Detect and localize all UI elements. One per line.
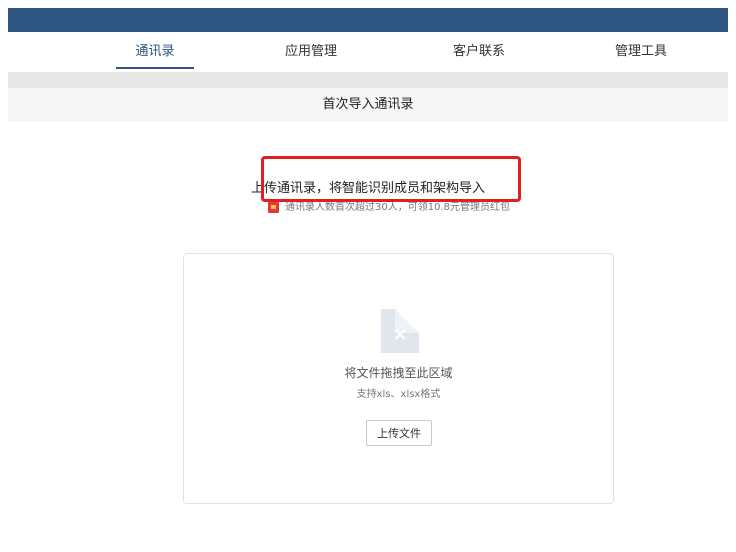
upload-file-button[interactable]: 上传文件 xyxy=(366,420,432,446)
upload-dropzone[interactable]: × 将文件拖拽至此区域 支持xls、xlsx格式 上传文件 xyxy=(183,253,614,504)
top-bar xyxy=(8,8,728,32)
tab-contacts[interactable]: 通讯录 xyxy=(116,32,194,72)
notice-text: 通讯录人数首次超过30人，可领10.8元管理员红包 xyxy=(285,202,510,213)
red-envelope-notice[interactable]: 通讯录人数首次超过30人，可领10.8元管理员红包 xyxy=(268,200,528,216)
supported-formats: 支持xls、xlsx格式 xyxy=(356,389,441,400)
divider-strip xyxy=(8,72,728,88)
tab-management-tools[interactable]: 管理工具 xyxy=(602,32,680,72)
page-title: 首次导入通讯录 xyxy=(8,88,728,122)
x-file-icon: × xyxy=(381,309,419,353)
nav-tabs: 通讯录 应用管理 客户联系 管理工具 xyxy=(8,32,728,72)
red-envelope-icon xyxy=(268,201,279,213)
drag-hint: 将文件拖拽至此区域 xyxy=(344,366,453,380)
highlight-annotation-box xyxy=(261,156,521,202)
tab-app-management[interactable]: 应用管理 xyxy=(272,32,350,72)
tab-customer-contact[interactable]: 客户联系 xyxy=(440,32,518,72)
